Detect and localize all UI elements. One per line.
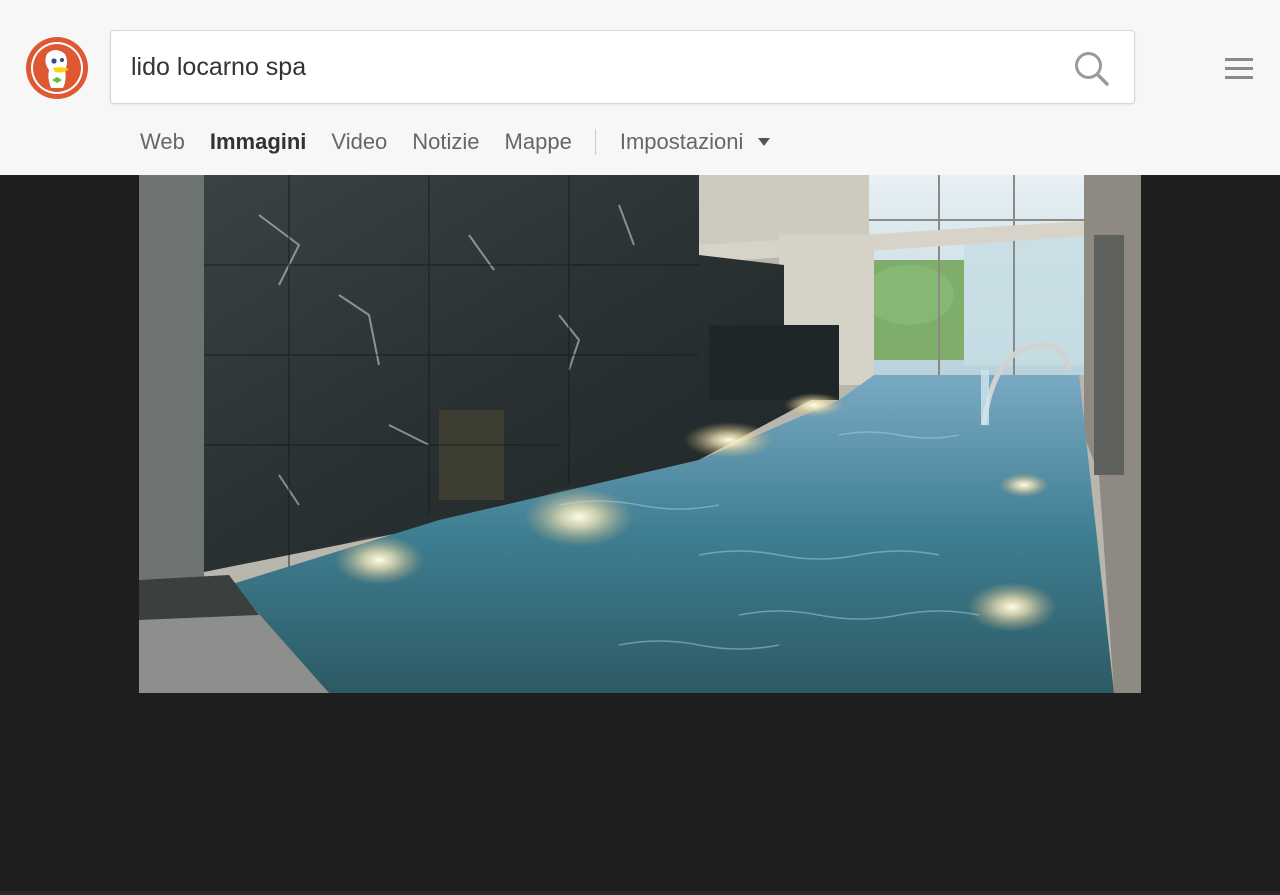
spa-pool-image[interactable] [139,175,1141,693]
top-header: Web Immagini Video Notizie Mappe Imposta… [0,0,1280,175]
search-input[interactable] [131,31,1061,103]
thumbnail-strip [0,891,1280,895]
image-viewer [0,175,1280,895]
caret-down-icon [758,138,771,146]
search-icon[interactable] [1074,51,1110,87]
tab-images[interactable]: Immagini [210,129,307,155]
settings-label: Impostazioni [619,129,744,154]
search-nav: Web Immagini Video Notizie Mappe Imposta… [140,124,771,160]
tab-web[interactable]: Web [140,129,185,155]
search-box [110,30,1135,104]
tab-news[interactable]: Notizie [412,129,479,155]
settings-dropdown[interactable]: Impostazioni [620,129,771,155]
nav-divider [594,129,596,155]
tab-maps[interactable]: Mappe [505,129,572,155]
tab-video[interactable]: Video [331,129,387,155]
duckduckgo-logo[interactable] [25,36,89,100]
hamburger-menu-icon[interactable] [1224,56,1254,82]
